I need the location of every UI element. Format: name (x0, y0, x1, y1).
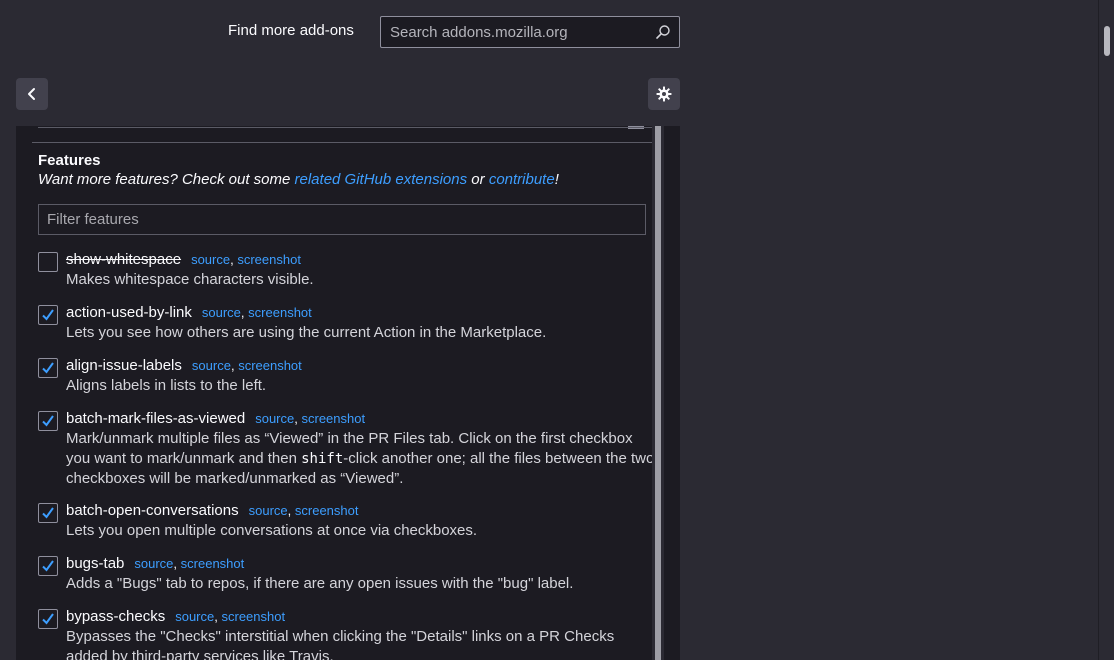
feature-name: batch-open-conversations (66, 502, 239, 519)
subtitle-text: Want more features? Check out some (38, 171, 295, 188)
feature-name: action-used-by-link (66, 304, 192, 321)
link-separator: , (230, 358, 235, 373)
feature-checkbox[interactable] (38, 556, 58, 576)
checkmark-icon (42, 560, 54, 572)
link-separator: , (240, 305, 245, 320)
screenshot-link[interactable]: screenshot (181, 556, 245, 571)
feature-name: align-issue-labels (66, 357, 182, 374)
source-link[interactable]: source (249, 503, 288, 518)
source-link[interactable]: source (191, 252, 230, 267)
checkmark-icon (42, 507, 54, 519)
source-link[interactable]: source (202, 305, 241, 320)
feature-checkbox[interactable] (38, 609, 58, 629)
checkmark-icon (42, 613, 54, 625)
checkmark-icon (42, 415, 54, 427)
options-scrollbar-thumb[interactable] (655, 126, 661, 660)
feature-checkbox[interactable] (38, 305, 58, 325)
filter-features-input[interactable] (38, 204, 646, 235)
contribute-link[interactable]: contribute (489, 171, 555, 188)
settings-button[interactable] (648, 78, 680, 110)
source-link[interactable]: source (192, 358, 231, 373)
feature-name: show-whitespace (66, 251, 182, 268)
feature-checkbox[interactable] (38, 503, 58, 523)
subtitle-text: ! (554, 171, 559, 188)
feature-name: bypass-checks (66, 608, 166, 625)
feature-description: Lets you see how others are using the cu… (66, 324, 547, 341)
feature-description: Adds a "Bugs" tab to repos, if there are… (66, 575, 574, 592)
previous-section-edge (38, 126, 652, 128)
source-link[interactable]: source (255, 411, 294, 426)
link-separator: , (294, 411, 298, 426)
shift-key-code: shift (301, 450, 344, 467)
addons-search-box[interactable] (380, 16, 680, 48)
feature-name: batch-mark-files-as-viewed (66, 410, 246, 427)
chevron-left-icon (28, 88, 35, 100)
feature-description: Makes whitespace characters visible. (66, 271, 314, 288)
subtitle-text: or (467, 171, 489, 188)
back-button[interactable] (16, 78, 48, 110)
feature-description: Aligns labels in lists to the left. (66, 377, 267, 394)
screenshot-link[interactable]: screenshot (222, 609, 286, 624)
gear-icon (656, 86, 672, 102)
screenshot-link[interactable]: screenshot (237, 252, 301, 267)
screenshot-link[interactable]: screenshot (295, 503, 359, 518)
feature-checkbox[interactable] (38, 358, 58, 378)
related-extensions-link[interactable]: related GitHub extensions (295, 171, 468, 188)
checkmark-icon (42, 362, 54, 374)
section-divider (32, 142, 652, 143)
link-separator: , (173, 556, 178, 571)
options-panel: Features Want more features? Check out s… (16, 126, 680, 660)
source-link[interactable]: source (175, 609, 214, 624)
link-separator: , (287, 503, 292, 518)
link-separator: , (214, 609, 218, 624)
feature-description: Bypasses the "Checks" interstitial when … (66, 628, 615, 660)
feature-description: Mark/unmark multiple files as “Viewed” i… (66, 429, 656, 489)
feature-name: bugs-tab (66, 555, 125, 572)
page-scrollbar-thumb[interactable] (1104, 26, 1110, 56)
addons-search-input[interactable] (381, 17, 651, 47)
screenshot-link[interactable]: screenshot (302, 411, 366, 426)
screenshot-link[interactable]: screenshot (238, 358, 302, 373)
resize-icon (628, 126, 644, 129)
feature-checkbox[interactable] (38, 411, 58, 431)
feature-checkbox[interactable] (38, 252, 58, 272)
features-heading: Features (38, 152, 101, 169)
search-icon[interactable] (655, 24, 671, 40)
link-separator: , (230, 252, 234, 267)
page-scrollbar[interactable] (1098, 0, 1114, 660)
screenshot-link[interactable]: screenshot (248, 305, 312, 320)
features-subtitle: Want more features? Check out some relat… (38, 171, 559, 188)
checkmark-icon (42, 309, 54, 321)
feature-description: Lets you open multiple conversations at … (66, 522, 478, 539)
find-more-addons-label: Find more add-ons (228, 22, 354, 39)
source-link[interactable]: source (134, 556, 173, 571)
